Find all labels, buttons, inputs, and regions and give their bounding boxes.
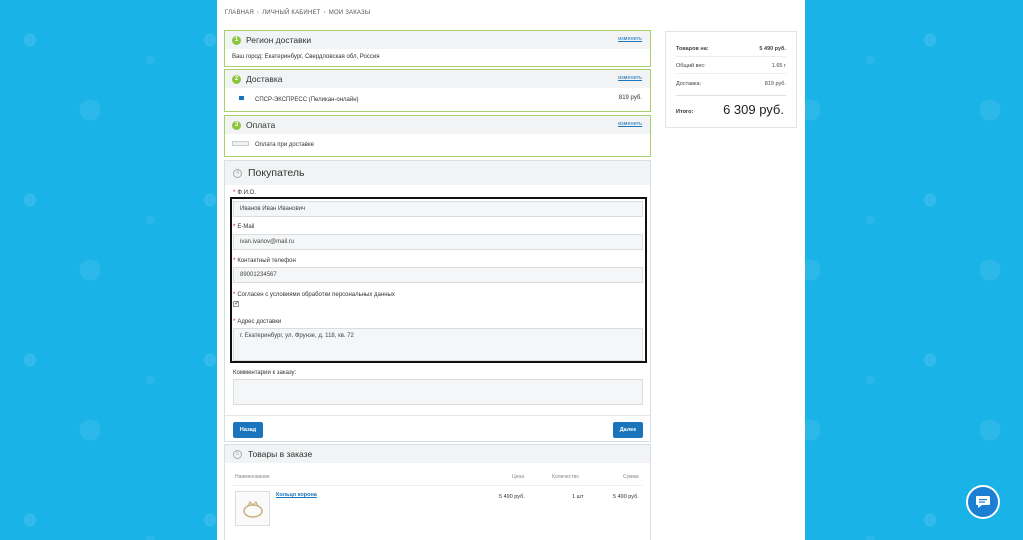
breadcrumb-account[interactable]: ЛИЧНЫЙ КАБИНЕТ bbox=[262, 10, 320, 16]
buyer-header: 4 Покупатель bbox=[225, 161, 650, 185]
breadcrumb-home[interactable]: ГЛАВНАЯ bbox=[225, 10, 254, 16]
payment-header[interactable]: 3 Оплата изменить bbox=[225, 116, 650, 134]
region-header[interactable]: 1 Регион доставки изменить bbox=[225, 31, 650, 49]
region-title: Регион доставки bbox=[246, 35, 312, 45]
step-check-icon: 3 bbox=[232, 120, 241, 130]
payment-section: 3 Оплата изменить Оплата при доставке bbox=[224, 115, 651, 157]
step-number-icon: 5 bbox=[233, 449, 242, 459]
payment-title: Оплата bbox=[246, 120, 276, 130]
product-qty: 1 шт bbox=[572, 494, 584, 500]
goods-section: 5 Товары в заказе Наименование Цена Коли… bbox=[224, 444, 651, 540]
consent-checkbox[interactable]: ✓ bbox=[233, 301, 239, 307]
address-textarea[interactable]: г. Екатеринбург, ул. Фрунзе, д. 118, кв.… bbox=[233, 328, 643, 361]
fio-input[interactable]: Иванов Иван Иванович bbox=[233, 201, 643, 217]
col-name-header: Наименование bbox=[235, 474, 270, 480]
summary-delivery-row: Доставка: 819 руб. bbox=[676, 81, 786, 87]
consent-label: * Согласен с условиями обработки персонал… bbox=[233, 292, 395, 298]
buyer-title: Покупатель bbox=[248, 167, 305, 179]
address-label: * Адрес доставки bbox=[233, 319, 282, 325]
summary-goods-row: Товаров на: 5 490 руб. bbox=[676, 46, 786, 57]
payment-method-text: Оплата при доставке bbox=[255, 142, 314, 148]
summary-weight-row: Общий вес: 1.65 г bbox=[676, 63, 786, 74]
payment-logo-icon bbox=[232, 141, 249, 146]
comment-textarea[interactable] bbox=[233, 379, 643, 405]
product-price: 5 490 руб. bbox=[499, 494, 525, 500]
summary-total-value: 6 309 руб. bbox=[723, 102, 784, 117]
comment-label: Комментарии к заказу: bbox=[233, 370, 297, 376]
region-section: 1 Регион доставки изменить Ваш город: Ек… bbox=[224, 30, 651, 67]
delivery-section: 2 Доставка изменить СПСР-ЭКСПРЕСС (Пелик… bbox=[224, 69, 651, 112]
ring-icon bbox=[242, 500, 263, 518]
region-city-text: Ваш город: Екатеринбург, Свердловская об… bbox=[232, 54, 380, 60]
page-content: ГЛАВНАЯ › ЛИЧНЫЙ КАБИНЕТ › МОИ ЗАКАЗЫ 1 Реги… bbox=[217, 0, 805, 540]
product-name-link[interactable]: Кольцо корона bbox=[276, 492, 317, 498]
breadcrumb: ГЛАВНАЯ › ЛИЧНЫЙ КАБИНЕТ › МОИ ЗАКАЗЫ bbox=[225, 10, 371, 16]
breadcrumb-orders[interactable]: МОИ ЗАКАЗЫ bbox=[329, 10, 371, 16]
next-button[interactable]: Далее bbox=[613, 422, 643, 438]
divider bbox=[225, 415, 650, 416]
product-thumbnail[interactable] bbox=[235, 491, 270, 526]
phone-label: * Контактный телефон bbox=[233, 258, 296, 264]
delivery-change-link[interactable]: изменить bbox=[618, 75, 642, 81]
phone-input[interactable]: 89001234567 bbox=[233, 267, 643, 283]
payment-change-link[interactable]: изменить bbox=[618, 121, 642, 127]
col-sum-header: Сумма bbox=[623, 474, 639, 480]
delivery-service-name: СПСР-ЭКСПРЕСС (Пеликан-онлайн) bbox=[255, 97, 359, 103]
table-divider bbox=[233, 485, 642, 486]
buyer-section: 4 Покупатель * Ф.И.О. Иванов Иван Иванови… bbox=[224, 160, 651, 442]
fio-label: * Ф.И.О. bbox=[233, 190, 256, 196]
summary-total-label: Итого: bbox=[676, 109, 694, 115]
region-change-link[interactable]: изменить bbox=[618, 36, 642, 42]
step-check-icon: 1 bbox=[232, 35, 241, 45]
order-summary: Товаров на: 5 490 руб. Общий вес: 1.65 г Д… bbox=[665, 31, 797, 128]
delivery-price: 819 руб. bbox=[618, 95, 642, 101]
goods-header: 5 Товары в заказе bbox=[225, 445, 650, 463]
chat-button[interactable] bbox=[966, 485, 1000, 519]
product-sum: 5 490 руб. bbox=[613, 494, 639, 500]
step-number-icon: 4 bbox=[233, 168, 242, 178]
email-input[interactable]: ivan.ivanov@mail.ru bbox=[233, 234, 643, 250]
goods-title: Товары в заказе bbox=[248, 449, 313, 459]
col-price-header: Цена bbox=[512, 474, 525, 480]
delivery-title: Доставка bbox=[246, 74, 283, 84]
col-qty-header: Количество bbox=[552, 474, 579, 480]
email-label: * E-Mail bbox=[233, 224, 255, 230]
delivery-header[interactable]: 2 Доставка изменить bbox=[225, 70, 650, 88]
delivery-logo-icon bbox=[239, 96, 244, 100]
step-check-icon: 2 bbox=[232, 74, 241, 84]
back-button[interactable]: Назад bbox=[233, 422, 263, 438]
chat-icon bbox=[976, 496, 990, 508]
